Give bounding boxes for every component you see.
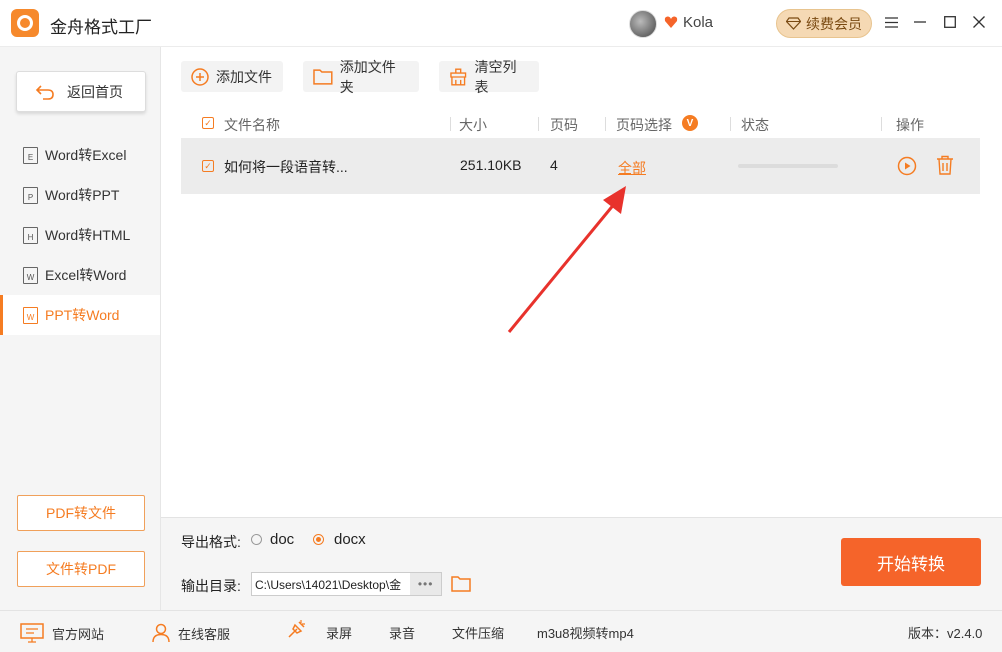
close-icon[interactable] bbox=[969, 12, 989, 32]
format-option-doc[interactable]: doc bbox=[251, 531, 294, 548]
conversion-progress-bar bbox=[738, 164, 838, 168]
diamond-icon bbox=[786, 17, 801, 30]
add-file-label: 添加文件 bbox=[216, 68, 272, 85]
trash-icon[interactable] bbox=[936, 155, 954, 175]
back-home-button[interactable]: 返回首页 bbox=[16, 71, 146, 112]
radio-doc[interactable] bbox=[251, 534, 262, 545]
record-screen-link[interactable]: 录屏 bbox=[326, 623, 352, 642]
column-header-name: 文件名称 bbox=[224, 117, 280, 133]
page-select-link[interactable]: 全部 bbox=[618, 158, 646, 178]
output-dir-field[interactable]: C:\Users\14021\Desktop\金 ••• bbox=[251, 572, 442, 596]
output-dir-label: 输出目录: bbox=[181, 578, 241, 594]
username[interactable]: Kola bbox=[683, 14, 713, 31]
vip-badge-icon: V bbox=[682, 115, 698, 131]
format-docx-label: docx bbox=[334, 531, 366, 548]
online-support-label: 在线客服 bbox=[178, 626, 231, 642]
official-website-label: 官方网站 bbox=[52, 626, 105, 642]
online-support-link[interactable]: 在线客服 bbox=[152, 623, 230, 643]
vip-heart-icon bbox=[664, 16, 678, 28]
word-doc-icon: E bbox=[23, 146, 38, 164]
menu-icon[interactable] bbox=[881, 12, 901, 32]
pdf-to-file-button[interactable]: PDF转文件 bbox=[17, 495, 145, 531]
maximize-icon[interactable] bbox=[940, 12, 960, 32]
m3u8-convert-link[interactable]: m3u8视频转mp4 bbox=[537, 623, 634, 642]
sidebar-item-label: Excel转Word bbox=[45, 267, 127, 283]
sidebar-item-excel-to-word[interactable]: W Excel转Word bbox=[0, 255, 160, 295]
excel-doc-icon: W bbox=[23, 266, 38, 284]
renew-membership-button[interactable]: 续费会员 bbox=[776, 9, 872, 38]
format-doc-label: doc bbox=[270, 531, 295, 548]
play-icon[interactable] bbox=[897, 156, 917, 176]
file-to-pdf-button[interactable]: 文件转PDF bbox=[17, 551, 145, 587]
flashlight-icon bbox=[285, 619, 307, 641]
version-label: 版本：v2.4.0 bbox=[908, 626, 983, 641]
word-doc-icon: H bbox=[23, 226, 38, 244]
sidebar-item-word-to-ppt[interactable]: P Word转PPT bbox=[0, 175, 160, 215]
sidebar-item-word-to-excel[interactable]: E Word转Excel bbox=[0, 135, 160, 175]
folder-icon bbox=[313, 69, 333, 85]
column-divider bbox=[881, 117, 882, 131]
column-header-pages: 页码 bbox=[550, 117, 578, 133]
user-support-icon bbox=[152, 623, 170, 643]
app-logo-icon bbox=[11, 9, 39, 37]
sidebar: 返回首页 E Word转Excel P Word转PPT H Word转HTML… bbox=[0, 47, 161, 610]
add-file-button[interactable]: 添加文件 bbox=[181, 61, 283, 92]
back-arrow-icon bbox=[35, 84, 54, 100]
column-header-status: 状态 bbox=[741, 117, 769, 133]
file-table-header: ✓ 文件名称 大小 页码 页码选择 V 状态 操作 bbox=[181, 108, 980, 138]
format-option-docx[interactable]: docx bbox=[313, 531, 366, 548]
file-name: 如何将一段语音转... bbox=[224, 159, 348, 175]
clear-list-button[interactable]: 清空列表 bbox=[439, 59, 539, 95]
word-doc-icon: P bbox=[23, 186, 38, 204]
record-audio-link[interactable]: 录音 bbox=[389, 623, 415, 642]
column-header-size: 大小 bbox=[459, 117, 487, 133]
column-divider bbox=[605, 117, 606, 131]
sidebar-item-label: Word转PPT bbox=[45, 187, 120, 203]
title-bar: 金舟格式工厂 Kola 续费会员 bbox=[0, 0, 1002, 47]
start-convert-button[interactable]: 开始转换 bbox=[841, 538, 981, 586]
back-home-label: 返回首页 bbox=[67, 83, 123, 100]
column-divider bbox=[730, 117, 731, 131]
export-format-label: 导出格式: bbox=[181, 534, 241, 550]
official-website-link[interactable]: 官方网站 bbox=[20, 623, 104, 643]
column-divider bbox=[450, 117, 451, 131]
select-all-checkbox[interactable]: ✓ bbox=[202, 117, 214, 129]
sidebar-item-label: PPT转Word bbox=[45, 307, 120, 323]
output-dir-value: C:\Users\14021\Desktop\金 bbox=[255, 577, 402, 592]
sidebar-item-word-to-html[interactable]: H Word转HTML bbox=[0, 215, 160, 255]
sidebar-item-label: Word转HTML bbox=[45, 227, 131, 243]
row-checkbox[interactable]: ✓ bbox=[202, 160, 214, 172]
monitor-icon bbox=[20, 623, 44, 643]
file-size: 251.10KB bbox=[460, 157, 522, 173]
avatar[interactable] bbox=[629, 10, 657, 38]
column-divider bbox=[538, 117, 539, 131]
sidebar-item-label: Word转Excel bbox=[45, 147, 127, 163]
ppt-doc-icon: W bbox=[23, 306, 38, 324]
file-compress-link[interactable]: 文件压缩 bbox=[452, 623, 504, 642]
app-title: 金舟格式工厂 bbox=[50, 18, 152, 37]
column-header-action: 操作 bbox=[896, 117, 924, 133]
file-pages: 4 bbox=[550, 157, 558, 173]
open-folder-icon[interactable] bbox=[451, 575, 471, 592]
add-folder-label: 添加文件夹 bbox=[339, 58, 396, 95]
renew-label: 续费会员 bbox=[806, 15, 862, 32]
column-header-page-select: 页码选择 bbox=[616, 117, 672, 133]
plus-circle-icon bbox=[191, 67, 209, 86]
annotation-arrow-icon bbox=[507, 186, 626, 333]
sidebar-item-ppt-to-word[interactable]: W PPT转Word bbox=[0, 295, 160, 335]
clear-list-label: 清空列表 bbox=[474, 58, 517, 95]
add-folder-button[interactable]: 添加文件夹 bbox=[303, 59, 419, 95]
browse-more-button[interactable]: ••• bbox=[410, 573, 441, 595]
broom-icon bbox=[450, 68, 467, 85]
minimize-icon[interactable] bbox=[910, 12, 930, 32]
status-bar: 官方网站 在线客服 录屏 录音 文件压缩 m3u8视频转mp4 版本：v2.4.… bbox=[0, 610, 1002, 652]
radio-docx[interactable] bbox=[313, 534, 324, 545]
